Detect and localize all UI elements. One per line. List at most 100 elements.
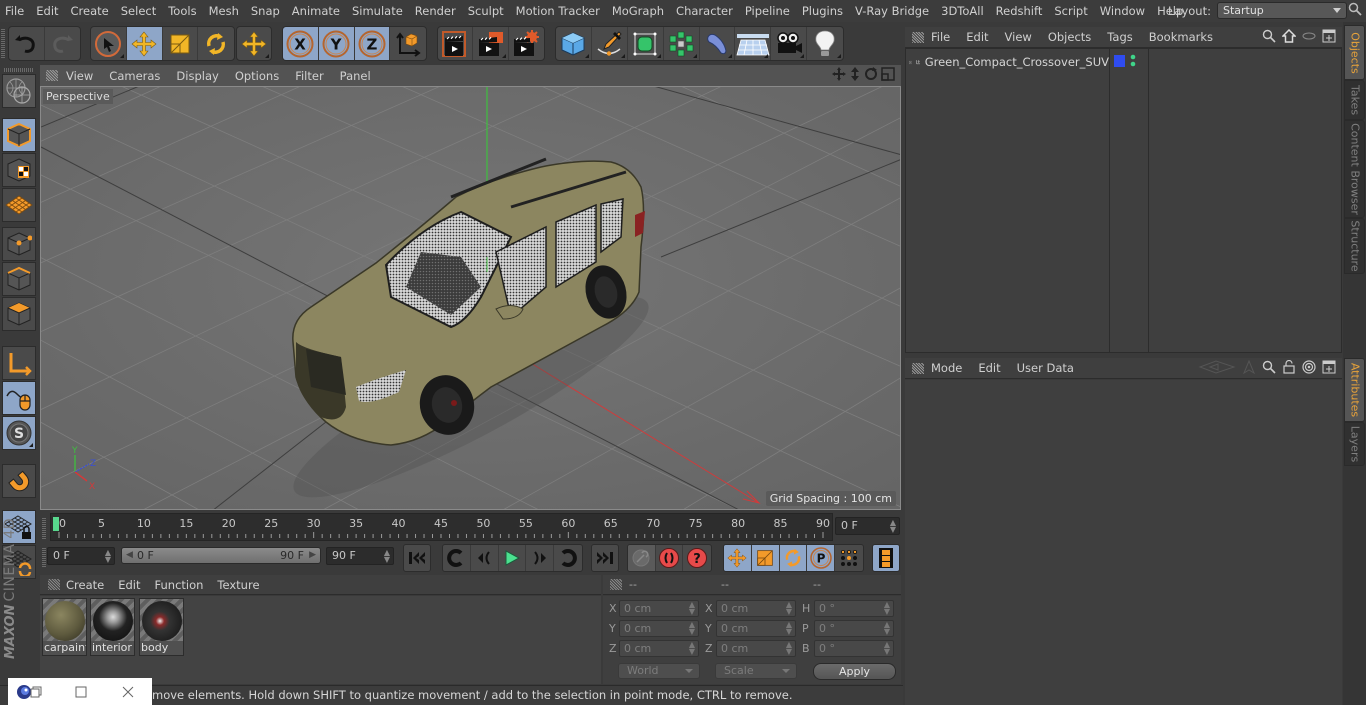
spinner-arrows-icon[interactable]: ▲ ▼ (786, 641, 792, 656)
preview-range-slider[interactable]: ◀ 0 F 90 F ▶ (121, 547, 321, 564)
size-y-field[interactable]: 0 cm ▲ ▼ (716, 620, 796, 637)
menu-script[interactable]: Script (1048, 4, 1093, 18)
maximize-icon[interactable] (75, 686, 87, 698)
spinner-arrows-icon[interactable]: ▲ ▼ (786, 601, 792, 616)
zoom-view-icon[interactable] (849, 67, 861, 81)
next-frame-button[interactable] (526, 545, 555, 571)
rotation-b-field[interactable]: 0 ° ▲ ▼ (814, 640, 894, 657)
material-menu-function[interactable]: Function (148, 578, 211, 592)
tab-content-browser[interactable]: Content Browser (1344, 120, 1365, 218)
menu-file[interactable]: File (0, 4, 30, 18)
redo-button[interactable] (45, 27, 81, 60)
apply-button[interactable]: Apply (813, 663, 896, 680)
tab-takes[interactable]: Takes (1344, 80, 1365, 120)
object-name[interactable]: Green_Compact_Crossover_SUV (925, 55, 1109, 69)
spinner-arrows-icon[interactable]: ▲ ▼ (384, 549, 390, 564)
range-right-arrow-icon[interactable]: ▶ (309, 548, 316, 563)
rotate-view-icon[interactable] (864, 67, 878, 81)
x-axis-lock-button[interactable]: X (283, 27, 319, 60)
make-editable-button[interactable] (2, 74, 36, 108)
key-param-button[interactable]: P (807, 545, 836, 571)
menu-snap[interactable]: Snap (245, 4, 286, 18)
viewport-menu-display[interactable]: Display (168, 69, 226, 83)
workplane-mode-button[interactable] (2, 188, 36, 222)
camera-button[interactable] (771, 27, 808, 60)
material-body[interactable]: body (139, 598, 184, 656)
axis-mode-button[interactable] (2, 346, 36, 380)
cube-button[interactable] (556, 27, 592, 60)
key-scale-button[interactable] (751, 545, 780, 571)
layout-dropdown[interactable]: Startup (1216, 2, 1347, 19)
rotation-p-field[interactable]: 0 ° ▲ ▼ (814, 620, 894, 637)
menu-mograph[interactable]: MoGraph (606, 4, 670, 18)
viewport-grip[interactable] (46, 70, 58, 81)
visibility-dots-icon[interactable] (1130, 54, 1136, 68)
column-divider[interactable] (1109, 49, 1110, 352)
search-icon[interactable] (1262, 29, 1276, 43)
attributes-menu-user-data[interactable]: User Data (1009, 361, 1082, 375)
move-button[interactable] (126, 27, 163, 60)
key-rotation-button[interactable] (779, 545, 808, 571)
menu-window[interactable]: Window (1094, 4, 1151, 18)
timeline-window-button[interactable] (873, 545, 899, 571)
material-menu-texture[interactable]: Texture (210, 578, 266, 592)
undo-button[interactable] (9, 27, 45, 60)
objects-menu-bookmarks[interactable]: Bookmarks (1141, 30, 1221, 44)
spinner-arrows-icon[interactable]: ▲ ▼ (689, 641, 695, 656)
filter-icon[interactable] (1302, 29, 1316, 43)
up-arrow-icon[interactable] (1242, 360, 1256, 374)
spinner-arrows-icon[interactable]: ▲ ▼ (890, 519, 896, 534)
position-x-field[interactable]: 0 cm ▲ ▼ (619, 600, 699, 617)
menu-select[interactable]: Select (115, 4, 162, 18)
menu-render[interactable]: Render (409, 4, 462, 18)
transport-grip[interactable] (42, 547, 46, 567)
objects-menu-objects[interactable]: Objects (1040, 30, 1099, 44)
new-panel-icon[interactable] (1322, 29, 1336, 43)
z-axis-lock-button[interactable]: Z (354, 27, 391, 60)
material-menu-edit[interactable]: Edit (111, 578, 147, 592)
spinner-arrows-icon[interactable]: ▲ ▼ (786, 621, 792, 636)
menu-motion-tracker[interactable]: Motion Tracker (510, 4, 606, 18)
scale-button[interactable] (163, 27, 199, 60)
camera-label[interactable]: Perspective (43, 89, 113, 104)
current-frame-field[interactable]: 0 F ▲ ▼ (835, 517, 900, 535)
spinner-arrows-icon[interactable]: ▲ ▼ (884, 641, 890, 656)
coordinate-space-dropdown[interactable]: World (618, 663, 700, 679)
viewport-menu-options[interactable]: Options (227, 69, 287, 83)
spinner-arrows-icon[interactable]: ▲ ▼ (884, 601, 890, 616)
lock-icon[interactable] (1282, 360, 1296, 374)
attributes-menu-edit[interactable]: Edit (970, 361, 1008, 375)
new-panel-icon[interactable] (1322, 360, 1336, 374)
render-view-button[interactable] (438, 27, 474, 60)
menu-3dtoall[interactable]: 3DToAll (935, 4, 990, 18)
pan-view-icon[interactable] (832, 67, 846, 81)
timeline-grip[interactable] (42, 517, 46, 539)
y-axis-lock-button[interactable]: Y (318, 27, 355, 60)
maximize-view-icon[interactable] (881, 67, 895, 81)
menu-redshift[interactable]: Redshift (990, 4, 1049, 18)
tab-layers[interactable]: Layers (1344, 422, 1365, 466)
size-z-field[interactable]: 0 cm ▲ ▼ (716, 640, 796, 657)
material-carpaint[interactable]: carpaint (42, 598, 87, 656)
spinner-arrows-icon[interactable]: ▲ ▼ (689, 601, 695, 616)
rotation-h-field[interactable]: 0 ° ▲ ▼ (814, 600, 894, 617)
key-pla-button[interactable] (835, 545, 863, 571)
points-mode-button[interactable] (2, 227, 36, 261)
expand-icon[interactable] (909, 57, 913, 68)
palette-grip[interactable] (4, 68, 34, 72)
subdivision-surface-button[interactable] (628, 27, 664, 60)
texture-mode-button[interactable] (2, 153, 36, 187)
search-icon[interactable] (1262, 360, 1276, 374)
layer-color-swatch[interactable] (1114, 55, 1125, 67)
menu-simulate[interactable]: Simulate (346, 4, 409, 18)
restore-icon[interactable] (30, 686, 42, 698)
menu-create[interactable]: Create (65, 4, 115, 18)
render-settings-button[interactable] (509, 27, 544, 60)
coordinates-grip[interactable] (610, 579, 622, 590)
move-tool-button[interactable] (237, 27, 271, 60)
prev-key-button[interactable] (443, 545, 471, 571)
home-icon[interactable] (1282, 29, 1296, 43)
menu-vray-bridge[interactable]: V-Ray Bridge (849, 4, 935, 18)
spinner-arrows-icon[interactable]: ▲ ▼ (884, 621, 890, 636)
rotate-button[interactable] (198, 27, 234, 60)
